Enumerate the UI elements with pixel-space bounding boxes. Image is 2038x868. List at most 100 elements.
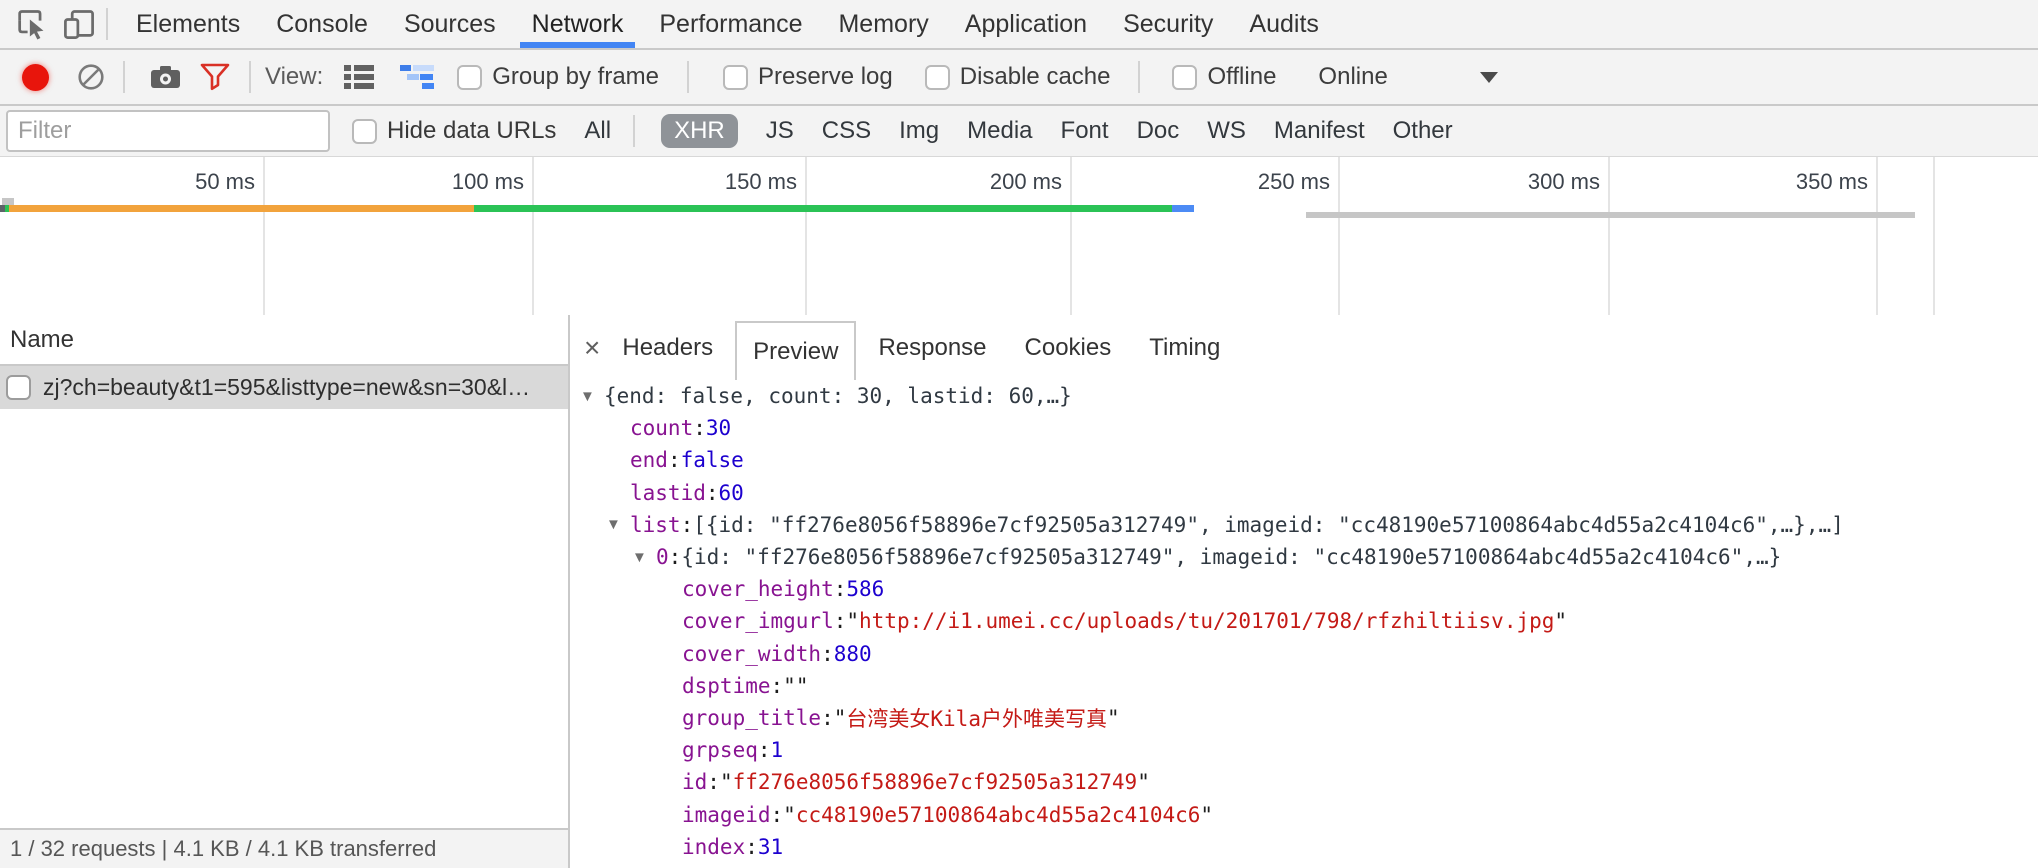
json-k-text: 0 [656,545,669,569]
tab-performance[interactable]: Performance [641,0,820,48]
preview-json-tree: ▼{end: false, count: 30, lastid: 60,…}co… [570,380,2038,868]
device-toolbar-icon[interactable] [62,7,96,41]
timeline-tick-label: 300 ms [1450,169,1600,195]
detail-tab-preview[interactable]: Preview [735,321,856,380]
json-p-text: : [834,609,847,633]
offline-label: Offline [1207,63,1276,91]
tab-elements[interactable]: Elements [118,0,258,48]
detail-tab-headers[interactable]: Headers [606,334,729,362]
capture-screenshots-camera-icon[interactable] [149,63,183,91]
disclosure-triangle-icon[interactable]: ▼ [580,388,604,405]
disclosure-triangle-icon[interactable]: ▼ [606,516,630,533]
json-sum-text: {end: false, count: 30, lastid: 60,…} [604,384,1072,408]
json-k-text: cover_width [682,642,821,666]
filter-type-media[interactable]: Media [967,117,1032,145]
devtools-window: ElementsConsoleSourcesNetworkPerformance… [0,0,2038,868]
tab-sources[interactable]: Sources [386,0,514,48]
disclosure-triangle-icon[interactable]: ▼ [632,549,656,566]
preview-row[interactable]: imageid: "cc48190e57100864abc4d55a2c4104… [570,798,2038,830]
detail-tab-response[interactable]: Response [862,334,1002,362]
json-k-text: list [630,513,681,537]
overview-bar-segment [2,198,14,205]
inspect-element-icon[interactable] [14,7,48,41]
preview-row[interactable]: dsptime: "" [570,670,2038,702]
request-row-checkbox[interactable] [6,375,31,400]
json-p-text: " [1554,609,1567,633]
preview-row[interactable]: cover_imgurl: "http://i1.umei.cc/uploads… [570,605,2038,637]
tab-memory[interactable]: Memory [820,0,946,48]
toolbar-divider [1138,61,1140,93]
clear-icon[interactable] [77,63,105,91]
view-label: View: [265,63,323,91]
json-n-text: 30 [706,416,731,440]
filter-type-ws[interactable]: WS [1207,117,1246,145]
json-k-text: group_title [682,706,821,730]
timeline-tick-label: 100 ms [374,169,524,195]
preview-row[interactable]: ▼{end: false, count: 30, lastid: 60,…} [570,380,2038,412]
filter-type-css[interactable]: CSS [822,117,871,145]
close-detail-icon[interactable]: × [584,332,600,364]
filter-type-all[interactable]: All [584,117,611,145]
preview-row[interactable]: list_imgurl: "http://i1.umei.cc" [570,863,2038,868]
toolbar-divider [106,8,108,40]
filter-funnel-icon[interactable] [199,62,231,92]
filter-input[interactable] [6,110,330,152]
preview-row[interactable]: ▼list: [{id: "ff276e8056f58896e7cf92505a… [570,509,2038,541]
name-column-label: Name [10,326,74,354]
json-sum-text: {id: "ff276e8056f58896e7cf92505a312749",… [681,545,1781,569]
record-button[interactable] [22,64,49,91]
toolbar-divider [249,61,251,93]
filter-type-img[interactable]: Img [899,117,939,145]
preview-row[interactable]: ▼0: {id: "ff276e8056f58896e7cf92505a3127… [570,541,2038,573]
json-p-text: : [821,642,834,666]
tab-security[interactable]: Security [1105,0,1231,48]
timeline-gridline [1876,157,1878,316]
offline-checkbox[interactable] [1172,65,1197,90]
network-overview-timeline[interactable]: 50 ms100 ms150 ms200 ms250 ms300 ms350 m… [0,156,2038,318]
preserve-log-checkbox[interactable] [723,65,748,90]
throttling-dropdown-caret-icon[interactable] [1480,72,1498,83]
disable-cache-checkbox[interactable] [925,65,950,90]
filter-type-other[interactable]: Other [1393,117,1453,145]
filter-type-doc[interactable]: Doc [1137,117,1180,145]
json-s-text: http://i1.umei.cc/uploads/tu/201701/798/… [859,609,1554,633]
filter-type-manifest[interactable]: Manifest [1274,117,1365,145]
name-column-header[interactable]: Name [0,315,568,366]
preview-row[interactable]: grpseq: 1 [570,734,2038,766]
tab-audits[interactable]: Audits [1231,0,1336,48]
filter-type-font[interactable]: Font [1061,117,1109,145]
preview-row[interactable]: index: 31 [570,831,2038,863]
timeline-gridline [532,157,534,316]
json-p-text: " [846,609,859,633]
list-view-icon[interactable] [343,63,375,91]
json-s-text: ff276e8056f58896e7cf92505a312749 [733,770,1138,794]
request-row[interactable]: zj?ch=beauty&t1=595&listtype=new&sn=30&l… [0,366,568,409]
tab-console[interactable]: Console [258,0,386,48]
preview-row[interactable]: count: 30 [570,412,2038,444]
json-n-text: 1 [771,738,784,762]
preview-row[interactable]: cover_height: 586 [570,573,2038,605]
preview-row[interactable]: end: false [570,444,2038,476]
overview-bar-segment [9,205,474,212]
detail-tab-timing[interactable]: Timing [1133,334,1236,362]
filter-type-js[interactable]: JS [766,117,794,145]
network-main-area: Name zj?ch=beauty&t1=595&listtype=new&sn… [0,315,2038,868]
preview-row[interactable]: group_title: "台湾美女Kila户外唯美写真" [570,702,2038,734]
hide-data-urls-checkbox[interactable] [352,119,377,144]
json-n-text: false [681,448,744,472]
json-n-text: 60 [719,481,744,505]
throttling-select[interactable]: Online [1318,63,1387,91]
preview-row[interactable]: id: "ff276e8056f58896e7cf92505a312749" [570,766,2038,798]
tab-network[interactable]: Network [514,0,642,48]
preview-row[interactable]: lastid: 60 [570,477,2038,509]
preview-row[interactable]: cover_width: 880 [570,638,2038,670]
json-k-text: lastid [630,481,706,505]
timeline-gridline [263,157,265,316]
detail-tab-cookies[interactable]: Cookies [1009,334,1128,362]
group-by-frame-checkbox[interactable] [457,65,482,90]
network-toolbar: View: Group by frame Preserve log Disabl… [0,50,2038,106]
tab-application[interactable]: Application [947,0,1105,48]
resource-type-filters: All XHR JS CSS Img Media Font Doc WS Manifest Othe… [556,114,1452,148]
waterfall-view-icon[interactable] [399,63,437,91]
filter-type-xhr[interactable]: XHR [661,114,738,148]
